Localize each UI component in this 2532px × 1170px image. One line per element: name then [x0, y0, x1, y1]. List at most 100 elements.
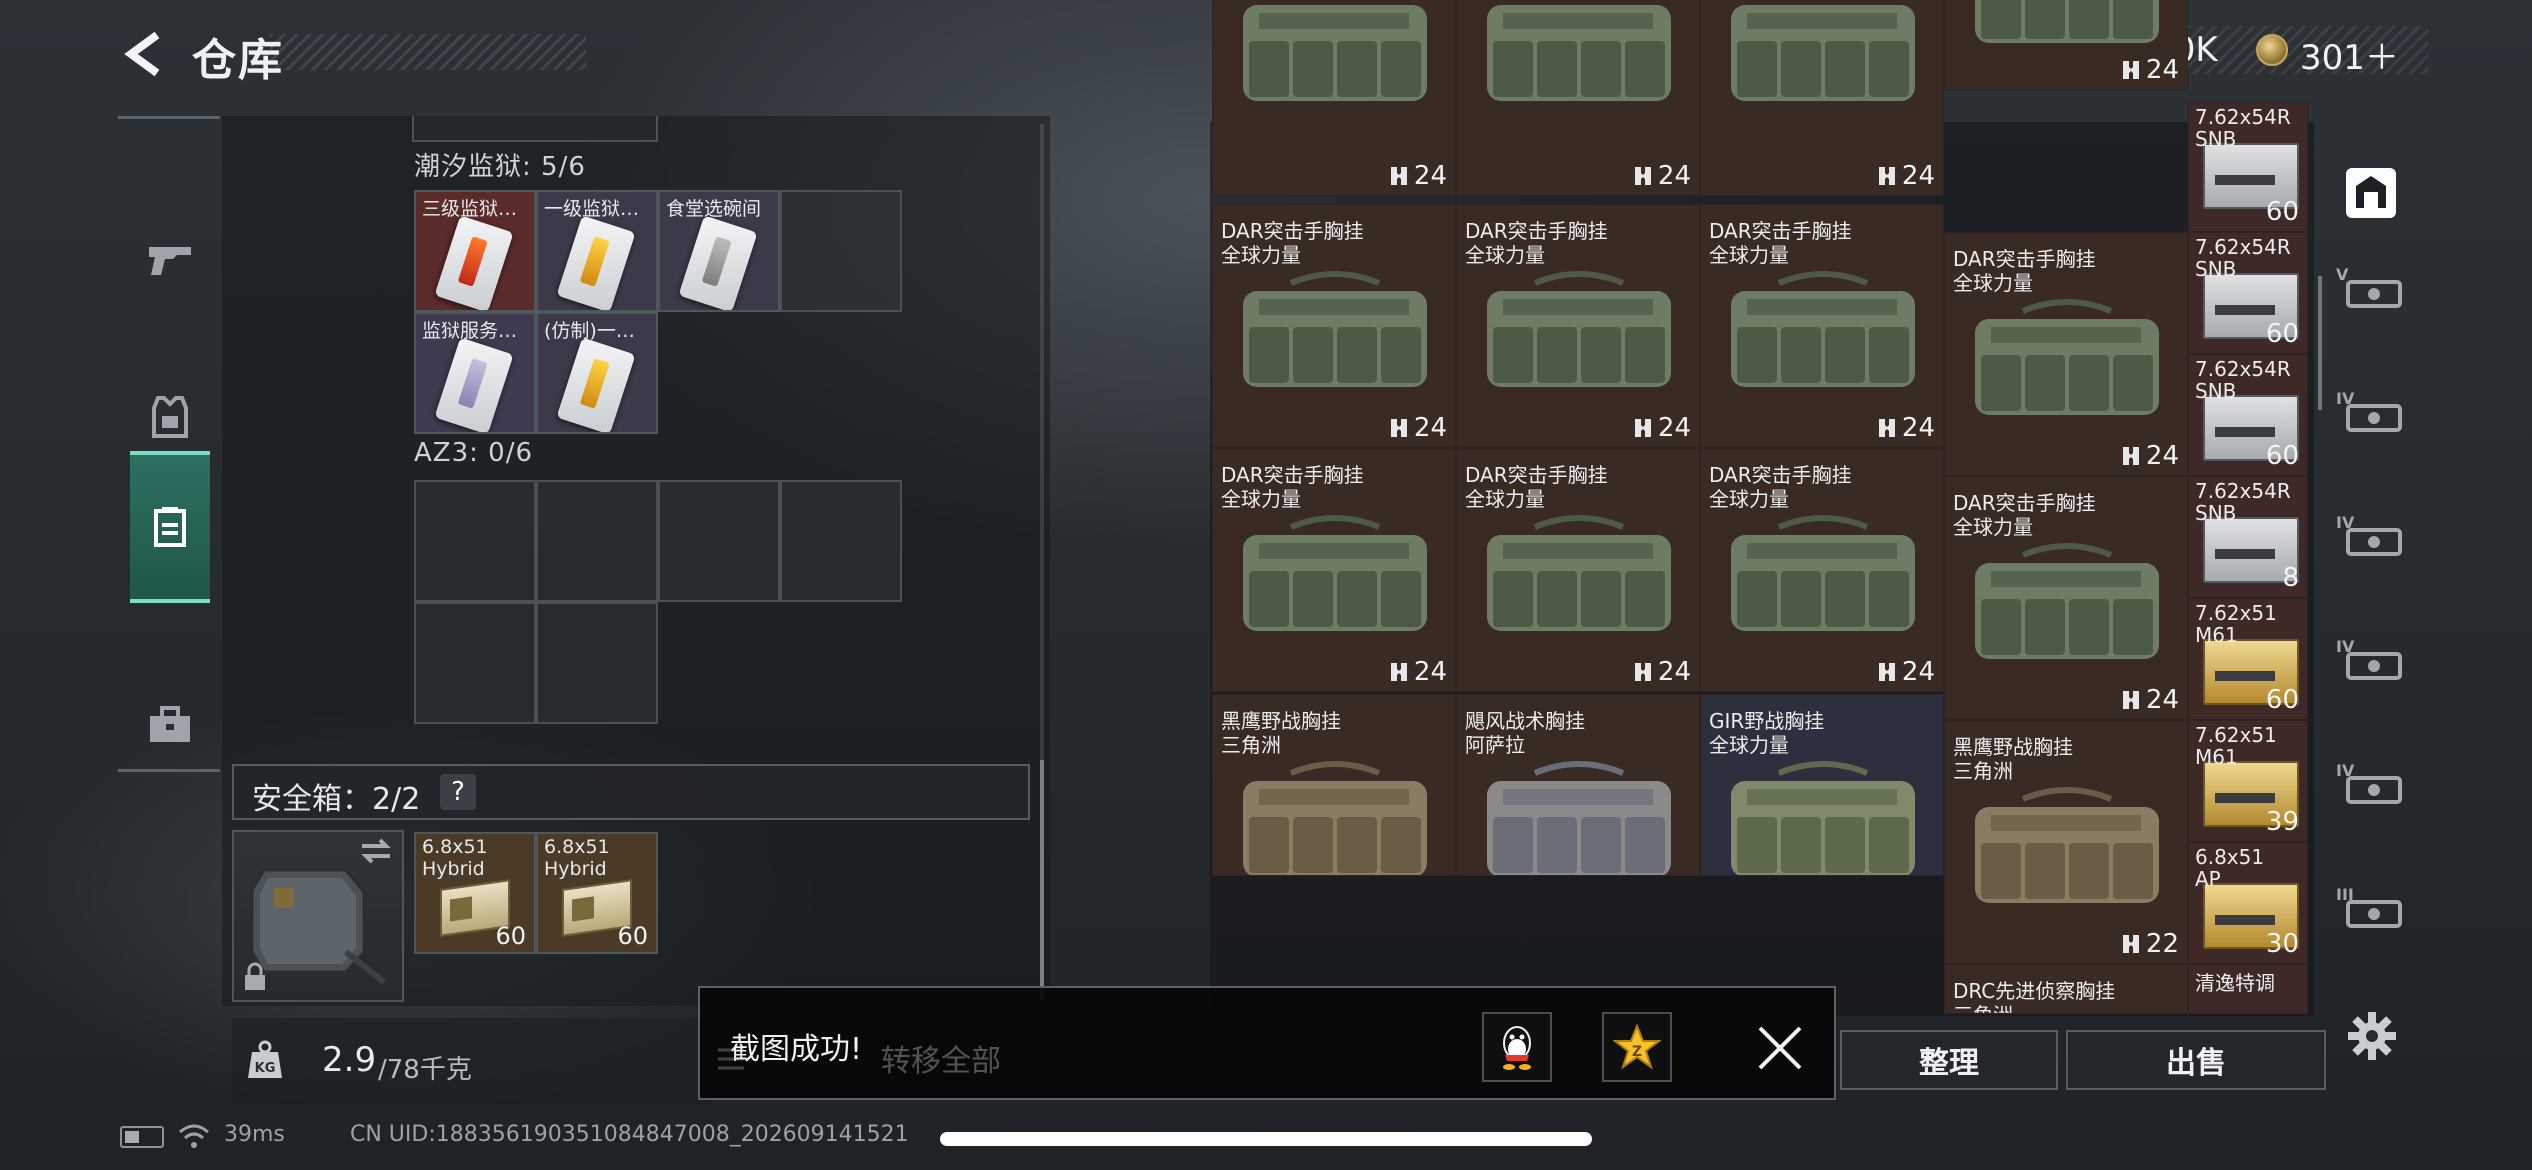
ammo-cell[interactable]: 7.62x54R SNB 8 — [2188, 476, 2308, 598]
item-subname: Hybrid — [544, 858, 607, 880]
nav-briefcase[interactable] — [130, 655, 210, 795]
bag-capacity-icon — [1878, 663, 1895, 681]
keycard-item[interactable]: 监狱服务… — [414, 312, 536, 434]
inventory-scrollbar[interactable] — [2318, 276, 2322, 410]
nav-storage[interactable] — [130, 451, 210, 603]
inventory-cell[interactable]: DAR突击手胸挂全球力量24 — [1944, 232, 2188, 476]
filter-iv-helmet[interactable]: IV — [2332, 756, 2408, 814]
toast-close-button[interactable] — [1750, 1018, 1810, 1078]
item-quantity: 24 — [1632, 657, 1691, 687]
empty-slot[interactable] — [414, 602, 536, 724]
safe-box-label: 安全箱：2/2 — [252, 782, 421, 817]
keycard-icon — [678, 215, 758, 310]
item-quantity-value: 24 — [1901, 657, 1935, 687]
container-label-az3: AZ3: 0/6 — [414, 438, 534, 468]
empty-slot[interactable] — [780, 480, 902, 602]
item-quantity-value: 24 — [2145, 55, 2179, 85]
home-indicator[interactable] — [940, 1132, 1592, 1146]
toast-message: 截图成功! — [730, 1032, 863, 1067]
filter-iv-smg[interactable]: IV — [2332, 508, 2408, 566]
ammo-cell[interactable]: 7.62x51 M61 60 — [2188, 598, 2308, 720]
item-quantity-value: 24 — [2145, 441, 2179, 471]
ammo-cell[interactable]: 7.62x54R SNB 60 — [2188, 102, 2308, 232]
settings-gear-icon[interactable] — [2346, 1010, 2398, 1062]
share-qzone-button[interactable]: Z — [1602, 1012, 1672, 1082]
gold-coin-icon — [2256, 34, 2288, 66]
ammo-item[interactable]: 6.8x51 Hybrid 60 — [414, 832, 536, 954]
ammo-item[interactable]: 6.8x51 Hybrid 60 — [536, 832, 658, 954]
briefcase-icon — [150, 706, 190, 742]
tactical-bag-icon — [1975, 787, 2159, 903]
ammo-cell[interactable]: 6.8x51 AP 30 — [2188, 842, 2308, 964]
weapon-icon — [149, 247, 191, 275]
keycard-item[interactable]: 食堂选碗间 — [658, 190, 780, 312]
item-faction: 全球力量 — [1953, 271, 2033, 295]
tactical-bag-icon — [1243, 515, 1427, 631]
safe-help-button[interactable]: ? — [440, 774, 476, 810]
left-category-nav — [118, 116, 220, 772]
inventory-cell[interactable]: DAR突击手胸挂全球力量24 — [1700, 204, 1944, 448]
inventory-cell[interactable]: DRC先进侦察胸挂三角洲 — [1944, 964, 2188, 1014]
inventory-cell[interactable]: DAR突击手胸挂全球力量24 — [1944, 476, 2188, 720]
item-quantity-value: 60 — [2265, 197, 2299, 227]
empty-slot[interactable] — [658, 480, 780, 602]
filter-iv-rifle[interactable]: IV — [2332, 384, 2408, 442]
tactical-bag-icon — [1487, 515, 1671, 631]
inventory-cell[interactable]: DAR突击手胸挂全球力量24 — [1212, 0, 1456, 196]
empty-slot[interactable] — [780, 190, 902, 312]
nav-weapon[interactable] — [130, 189, 210, 329]
keycard-item[interactable]: 一级监狱… — [536, 190, 658, 312]
filter-iii-rifle[interactable]: III — [2332, 880, 2408, 938]
item-quantity: 22 — [2120, 929, 2179, 959]
ammo-cell[interactable]: 7.62x54R SNB 60 — [2188, 354, 2308, 476]
item-name: 6.8x51 — [544, 836, 610, 858]
tactical-bag-icon — [1487, 5, 1671, 101]
inventory-cell[interactable]: 黑鹰野战胸挂 三角洲 — [1212, 694, 1456, 876]
item-name: 一级监狱… — [544, 198, 640, 220]
empty-slot[interactable] — [414, 480, 536, 602]
inventory-cell[interactable]: GIR野战胸挂 全球力量 — [1700, 694, 1944, 876]
inventory-cell[interactable]: DAR突击手胸挂全球力量24 — [1212, 204, 1456, 448]
item-faction: 全球力量 — [1709, 243, 1789, 267]
item-quantity: 24 — [2120, 55, 2179, 85]
ammo-caliber: 7.62x54R — [2195, 235, 2291, 259]
item-faction: 全球力量 — [1221, 487, 1301, 511]
ammo-type: SNB — [2195, 379, 2237, 403]
ammo-type: AP — [2195, 867, 2221, 891]
keycard-item[interactable]: 三级监狱… — [414, 190, 536, 312]
inventory-cell[interactable]: 24 — [1944, 0, 2188, 90]
storage-scrollbar-thumb[interactable] — [1040, 760, 1044, 1000]
item-faction: 全球力量 — [1465, 243, 1545, 267]
item-quantity-value: 24 — [1657, 657, 1691, 687]
inventory-cell[interactable]: DAR突击手胸挂全球力量24 — [1456, 204, 1700, 448]
sort-button[interactable]: 整理 — [1840, 1030, 2058, 1090]
svg-text:KG: KG — [255, 1061, 276, 1076]
inventory-cell[interactable]: DAR突击手胸挂全球力量24 — [1456, 448, 1700, 692]
ammo-cell[interactable]: 清逸特调 — [2188, 964, 2308, 1014]
filter-rail: V IV IV IV IV III — [2326, 140, 2416, 1010]
filter-iv-armor[interactable]: IV — [2332, 632, 2408, 690]
inventory-cell[interactable]: DAR突击手胸挂全球力量24 — [1212, 448, 1456, 692]
inventory-cell[interactable]: 飓风战术胸挂 阿萨拉 — [1456, 694, 1700, 876]
inventory-cell[interactable]: 黑鹰野战胸挂 三角洲 22 — [1944, 720, 2188, 964]
item-quantity: 24 — [1876, 657, 1935, 687]
ammo-cell[interactable]: 7.62x51 M61 39 — [2188, 720, 2308, 842]
ammo-cell[interactable]: 7.62x54R SNB 60 — [2188, 232, 2308, 354]
share-qq-button[interactable] — [1482, 1012, 1552, 1082]
inventory-cell[interactable]: DAR突击手胸挂全球力量24 — [1700, 0, 1944, 196]
keycard-item[interactable]: (仿制)一… — [536, 312, 658, 434]
empty-slot[interactable] — [536, 602, 658, 724]
currency-gold-value[interactable]: 301＋ — [2300, 30, 2399, 79]
tactical-bag-icon — [1731, 271, 1915, 387]
filter-all-items[interactable] — [2332, 164, 2408, 222]
swap-icon[interactable] — [358, 836, 394, 866]
inventory-cell[interactable]: DAR突击手胸挂全球力量24 — [1700, 448, 1944, 692]
weight-kg-icon: KG — [246, 1040, 284, 1080]
ammo-caliber: 7.62x51 — [2195, 601, 2277, 625]
back-button[interactable] — [118, 26, 168, 82]
filter-v-armor[interactable]: V — [2332, 260, 2408, 318]
empty-slot[interactable] — [536, 480, 658, 602]
transfer-all-button[interactable]: 转移全部 — [846, 1030, 1036, 1086]
inventory-cell[interactable]: DAR突击手胸挂全球力量24 — [1456, 0, 1700, 196]
sell-button[interactable]: 出售 — [2066, 1030, 2326, 1090]
